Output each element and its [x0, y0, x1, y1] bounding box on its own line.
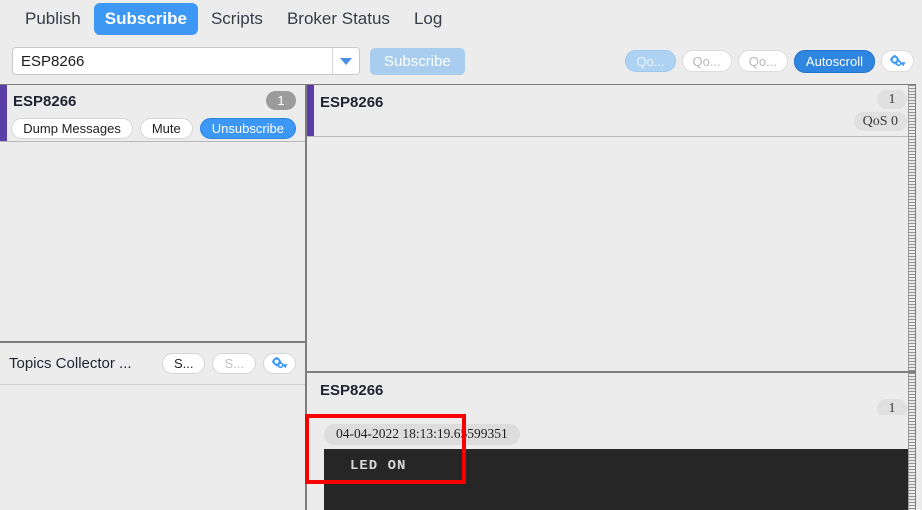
subscription-topic-title: ESP8266: [13, 93, 77, 110]
message-panel-top-header[interactable]: ESP8266 1 QoS 0: [307, 85, 915, 137]
tab-broker-status[interactable]: Broker Status: [276, 3, 401, 35]
message-panel-bottom-header[interactable]: ESP8266 1 QoS 0: [307, 373, 915, 440]
message-panel-top-title: ESP8266: [320, 94, 384, 111]
subscriptions-list-body[interactable]: [0, 142, 305, 341]
collector-button-2[interactable]: S...: [212, 353, 256, 374]
message-panel-bottom-scrollbar[interactable]: [908, 373, 915, 510]
chevron-down-icon[interactable]: [332, 48, 359, 74]
topics-collector-body[interactable]: [0, 385, 305, 510]
tab-subscribe[interactable]: Subscribe: [93, 2, 198, 36]
message-panel-top-body[interactable]: [307, 137, 915, 371]
tab-scripts[interactable]: Scripts: [200, 3, 274, 35]
subscription-message-count-badge: 1: [266, 91, 296, 110]
mute-button[interactable]: Mute: [139, 118, 193, 139]
message-panel-bottom: ESP8266 1 QoS 0 04-04-2022 18:13:19.6559…: [306, 372, 916, 510]
autoscroll-button[interactable]: Autoscroll: [793, 49, 875, 73]
message-panel-top: ESP8266 1 QoS 0: [306, 84, 916, 372]
topic-input[interactable]: ESP8266: [13, 53, 332, 70]
subscription-item-header[interactable]: ESP8266 1 Dump Messages Mute Unsubscribe: [0, 85, 305, 142]
collector-settings-button[interactable]: [263, 353, 296, 374]
message-timestamp: 04-04-2022 18:13:19.65599351: [324, 424, 520, 445]
panels-container: ESP8266 1 Dump Messages Mute Unsubscribe…: [0, 84, 922, 510]
collector-button-1[interactable]: S...: [161, 353, 206, 374]
toolbar-right-group: Qo... Qo... Qo... Autoscroll: [625, 38, 914, 84]
topic-combobox[interactable]: ESP8266: [12, 47, 360, 75]
qos-button-0[interactable]: Qo...: [625, 50, 676, 72]
message-panel-color-accent: [307, 85, 314, 136]
toolbar-settings-button[interactable]: [881, 50, 914, 72]
subscribe-toolbar: ESP8266 Subscribe Qo... Qo... Qo... Auto…: [0, 38, 922, 84]
topics-collector-actions: S... S...: [161, 353, 296, 374]
message-list[interactable]: 04-04-2022 18:13:19.65599351 LED ON CSDN…: [307, 415, 915, 510]
message-count-badge: 1: [877, 90, 907, 109]
message-payload[interactable]: LED ON: [324, 449, 915, 510]
gears-dropdown-icon: [271, 357, 288, 370]
qos-button-1[interactable]: Qo...: [681, 50, 732, 72]
tab-publish[interactable]: Publish: [14, 3, 92, 35]
message-panel-top-scrollbar[interactable]: [908, 85, 915, 371]
unsubscribe-button[interactable]: Unsubscribe: [199, 118, 296, 139]
tab-log[interactable]: Log: [403, 3, 453, 35]
subscriptions-panel: ESP8266 1 Dump Messages Mute Unsubscribe: [0, 84, 306, 342]
topics-collector-header[interactable]: Topics Collector ... S... S...: [0, 343, 305, 385]
subscribe-button[interactable]: Subscribe: [370, 47, 465, 75]
main-tab-bar: Publish Subscribe Scripts Broker Status …: [0, 0, 922, 38]
topics-collector-title: Topics Collector ...: [9, 355, 132, 372]
gears-dropdown-icon: [889, 54, 906, 68]
subscription-actions: Dump Messages Mute Unsubscribe: [0, 113, 305, 146]
subscription-count-wrap: 1: [266, 91, 296, 110]
message-payload-text: LED ON: [350, 458, 407, 474]
topics-collector-panel: Topics Collector ... S... S...: [0, 342, 306, 510]
dump-messages-button[interactable]: Dump Messages: [11, 118, 133, 139]
message-panel-bottom-title: ESP8266: [320, 382, 384, 399]
message-panel-top-badges: 1 QoS 0: [853, 90, 907, 131]
qos-badge: QoS 0: [853, 112, 907, 131]
qos-button-2[interactable]: Qo...: [737, 50, 788, 72]
